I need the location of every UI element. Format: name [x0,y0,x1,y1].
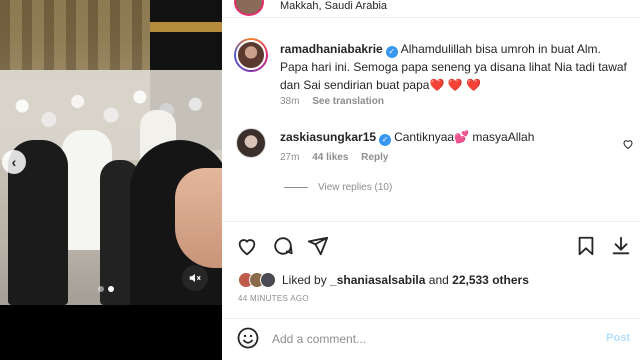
commenter-avatar[interactable] [236,128,266,158]
download-button[interactable] [610,235,632,262]
heart-outline-icon [623,140,633,150]
kaaba-gold-band [150,22,222,32]
caption-meta: 38m See translation [280,96,384,107]
likes-others-count[interactable]: 22,533 others [452,273,529,287]
comment-username[interactable]: zaskiasungkar15 [280,130,376,144]
smiley-icon [237,327,259,349]
download-icon [612,236,630,255]
caption-body: ramadhaniabakrie ✓ Alhamdulillah bisa umro… [280,40,630,94]
post-timestamp[interactable]: 44 MINUTES AGO [238,294,309,303]
comment-input[interactable]: Add a comment... [272,332,366,346]
comment-time[interactable]: 27m [280,152,299,163]
view-replies-label: View replies (10) [318,182,393,193]
like-button[interactable] [236,235,258,262]
caption-username[interactable]: ramadhaniabakrie [280,42,383,56]
save-button[interactable] [575,235,597,262]
paper-plane-icon [307,236,329,256]
view-replies-button[interactable]: View replies (10) [284,182,392,193]
caption-time[interactable]: 38m [280,96,299,107]
likes-prefix: Liked by [282,273,327,287]
previous-slide-button[interactable]: ‹ [2,150,26,174]
comment-text: Cantiknyaa💕 masyaAllah [394,130,535,144]
comment-bubble-icon [274,237,293,255]
like-comment-button[interactable] [622,137,634,155]
add-comment-bar: Add a comment... Post [222,318,640,360]
liker-username[interactable]: _shaniasalsabila [330,273,425,287]
reply-button[interactable]: Reply [361,152,388,163]
carousel-dot-active [108,286,114,292]
liker-avatar [260,272,276,288]
liker-avatars[interactable] [238,272,276,288]
carousel-dot [98,286,104,292]
post-details-panel: Makkah, Saudi Arabia ramadhaniabakrie ✓ Al… [222,0,640,360]
author-avatar[interactable] [234,0,264,16]
mute-button[interactable] [182,265,208,291]
emoji-button[interactable] [236,326,260,355]
chevron-left-icon: ‹ [11,154,17,170]
caption-hearts: ❤️ ❤️ ❤️ [429,78,481,92]
replies-divider [284,187,308,188]
carousel-dots [98,286,114,292]
comment-meta: 27m 44 likes Reply [280,152,388,163]
bookmark-icon [578,236,594,256]
media-letterbox [0,305,222,360]
comment-body: zaskiasungkar15 ✓ Cantiknyaa💕 masyaAllah [280,128,534,146]
caption-avatar[interactable] [234,38,268,72]
heart-outline-icon [238,239,256,256]
likes-joiner: and [428,273,449,287]
post-comment-button[interactable]: Post [606,332,630,344]
post-media[interactable]: ‹ [0,0,222,305]
speaker-muted-icon [189,273,201,283]
comment-button[interactable] [272,235,294,262]
share-button[interactable] [307,235,329,262]
comment-likes[interactable]: 44 likes [312,152,348,163]
see-translation-link[interactable]: See translation [312,96,384,107]
verified-badge-icon: ✓ [385,46,398,58]
mosque-arches [0,0,150,70]
verified-badge-icon: ✓ [379,134,392,146]
post-header: Makkah, Saudi Arabia [222,0,640,18]
likes-summary: Liked by _shaniasalsabila and 22,533 oth… [238,272,529,288]
post-location[interactable]: Makkah, Saudi Arabia [280,0,387,12]
